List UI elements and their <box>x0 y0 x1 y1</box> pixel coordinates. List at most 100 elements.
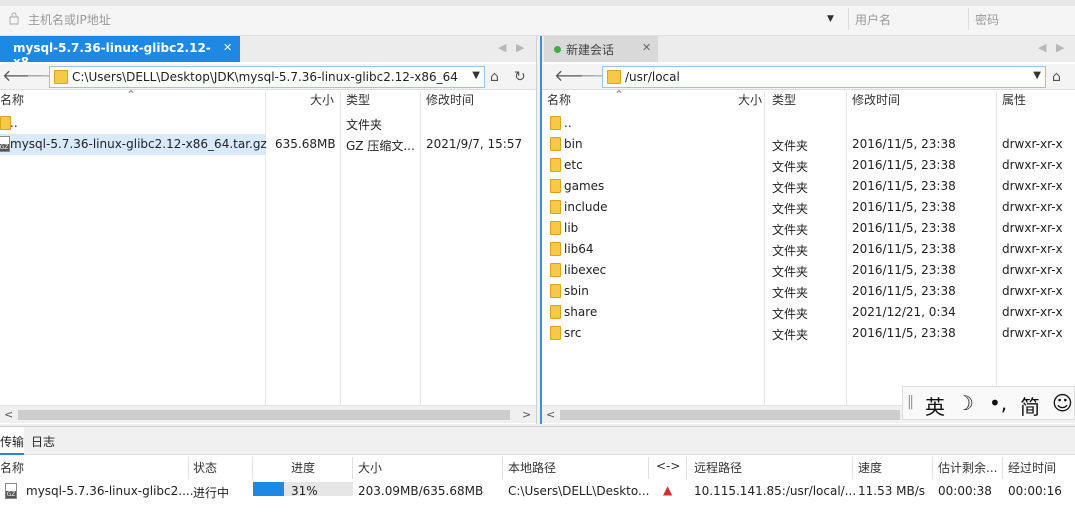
username-input[interactable]: 用户名 <box>848 8 966 30</box>
col-type[interactable]: 类型 <box>772 91 796 113</box>
tab-log[interactable]: 日志 <box>31 433 55 450</box>
tab-local-folder[interactable]: mysql-5.7.36-linux-glibc2.12-x8... ✕ <box>0 36 240 69</box>
col-remaining[interactable]: 估计剩余... <box>938 459 997 476</box>
tab-prev-icon[interactable]: ◀ <box>498 41 506 54</box>
tab-new-session[interactable]: 新建会话 ✕ <box>544 36 658 62</box>
col-mtime[interactable]: 修改时间 <box>852 91 900 113</box>
transfer-tabs: 传输 日志 <box>0 427 1075 455</box>
list-item[interactable]: .. <box>542 113 1075 134</box>
language-toggle[interactable]: 英 <box>925 391 945 420</box>
folder-icon <box>550 284 561 298</box>
folder-icon <box>550 158 561 172</box>
password-input[interactable]: 密码 <box>968 8 1075 30</box>
file-mtime: 2016/11/5, 23:38 <box>852 284 956 298</box>
col-local-path[interactable]: 本地路径 <box>508 459 556 476</box>
file-type: 文件夹 <box>772 328 809 342</box>
tab-next-icon[interactable]: ▶ <box>516 41 524 54</box>
column-divider <box>1002 457 1003 479</box>
close-icon[interactable]: ✕ <box>642 41 651 54</box>
col-progress[interactable]: 进度 <box>291 459 315 476</box>
list-item[interactable]: .. 文件夹 <box>0 113 536 134</box>
home-folder-icon[interactable]: ⌂ <box>1052 69 1061 85</box>
column-divider <box>648 457 649 479</box>
local-path-text: C:\Users\DELL\Desktop\JDK\mysql-5.7.36-l… <box>72 70 458 84</box>
list-item[interactable]: libexec 文件夹 2016/11/5, 23:38 drwxr-xr-x <box>542 260 1075 281</box>
remote-path-input[interactable]: /usr/local ▼ <box>602 66 1046 88</box>
col-mtime[interactable]: 修改时间 <box>426 91 474 113</box>
file-type: 文件夹 <box>772 160 809 174</box>
col-size[interactable]: 大小 <box>358 459 382 476</box>
list-item[interactable]: share 文件夹 2021/12/21, 0:34 drwxr-xr-x <box>542 302 1075 323</box>
col-status[interactable]: 状态 <box>193 459 217 476</box>
punctuation-toggle[interactable]: •, <box>989 391 1007 415</box>
list-item[interactable]: include 文件夹 2016/11/5, 23:38 drwxr-xr-x <box>542 197 1075 218</box>
file-name: bin <box>564 137 583 151</box>
col-size[interactable]: 大小 <box>310 91 334 113</box>
scroll-right-icon[interactable]: > <box>522 408 531 421</box>
remote-tab-row: 新建会话 ✕ ◀ ▶ <box>542 36 1075 62</box>
drag-handle-icon[interactable]: ‖ <box>907 394 914 410</box>
column-divider <box>502 457 503 479</box>
list-item-details[interactable]: 635.68MB GZ 压缩文... 2021/9/7, 15:57 <box>265 134 537 155</box>
col-name[interactable]: 名称 <box>0 91 24 113</box>
list-item[interactable]: lib 文件夹 2016/11/5, 23:38 drwxr-xr-x <box>542 218 1075 239</box>
transfer-name: mysql-5.7.36-linux-glibc2.... <box>26 484 194 498</box>
list-item[interactable]: etc 文件夹 2016/11/5, 23:38 drwxr-xr-x <box>542 155 1075 176</box>
scroll-left-icon[interactable]: < <box>546 408 555 421</box>
progress-text: 31% <box>291 484 318 498</box>
column-divider <box>932 457 933 479</box>
folder-icon <box>607 70 621 84</box>
file-type: GZ 压缩文... <box>346 139 415 153</box>
scroll-left-icon[interactable]: < <box>4 408 13 421</box>
list-item[interactable]: bin 文件夹 2016/11/5, 23:38 drwxr-xr-x <box>542 134 1075 155</box>
moon-icon[interactable]: ☽ <box>956 391 974 415</box>
local-path-input[interactable]: C:\Users\DELL\Desktop\JDK\mysql-5.7.36-l… <box>49 66 485 88</box>
connected-status-icon <box>554 46 561 53</box>
list-item[interactable]: sbin 文件夹 2016/11/5, 23:38 drwxr-xr-x <box>542 281 1075 302</box>
file-name: share <box>564 305 598 319</box>
scroll-thumb[interactable] <box>18 410 510 420</box>
col-type[interactable]: 类型 <box>346 91 370 113</box>
col-remote-path[interactable]: 远程路径 <box>694 459 742 476</box>
file-mtime: 2016/11/5, 23:38 <box>852 179 956 193</box>
tab-transfer[interactable]: 传输 <box>0 427 24 455</box>
horizontal-scrollbar[interactable]: < > <box>0 405 536 423</box>
host-input[interactable]: 主机名或IP地址 ▼ <box>0 8 845 30</box>
tab-next-icon[interactable]: ▶ <box>1056 41 1064 54</box>
close-icon[interactable]: ✕ <box>223 41 232 54</box>
column-divider <box>352 457 353 479</box>
col-elapsed[interactable]: 经过时间 <box>1008 459 1056 476</box>
tab-prev-icon[interactable]: ◀ <box>1038 41 1046 54</box>
chevron-down-icon[interactable]: ▼ <box>1033 70 1041 81</box>
ime-toolbar[interactable]: ‖ 英 ☽ •, 简 ☺ <box>902 386 1075 420</box>
folder-icon <box>550 326 561 340</box>
sort-icon: ⌃ <box>126 88 137 102</box>
file-attr: drwxr-xr-x <box>1002 137 1063 151</box>
col-speed[interactable]: 速度 <box>858 459 882 476</box>
file-type: 文件夹 <box>772 223 809 237</box>
archive-file-icon <box>0 136 10 152</box>
col-attr[interactable]: 属性 <box>1002 91 1026 113</box>
column-divider <box>188 457 189 479</box>
chevron-down-icon[interactable]: ▼ <box>472 70 480 81</box>
folder-icon <box>54 70 68 84</box>
file-type: 文件夹 <box>772 265 809 279</box>
col-direction[interactable]: <-> <box>656 459 680 473</box>
col-name[interactable]: 名称 <box>547 91 571 113</box>
col-size[interactable]: 大小 <box>738 91 762 113</box>
list-item[interactable]: src 文件夹 2016/11/5, 23:38 drwxr-xr-x <box>542 323 1075 344</box>
progress-fill <box>253 482 284 496</box>
refresh-icon[interactable]: ↻ <box>514 69 526 85</box>
home-folder-icon[interactable]: ⌂ <box>490 69 499 85</box>
list-item[interactable]: mysql-5.7.36-linux-glibc2.12-x86_64.tar.… <box>0 134 267 155</box>
emoji-icon[interactable]: ☺ <box>1052 391 1073 415</box>
list-item[interactable]: lib64 文件夹 2016/11/5, 23:38 drwxr-xr-x <box>542 239 1075 260</box>
scroll-thumb[interactable] <box>560 410 900 420</box>
tab-label: 新建会话 <box>566 43 615 57</box>
folder-icon <box>550 242 561 256</box>
list-item[interactable]: games 文件夹 2016/11/5, 23:38 drwxr-xr-x <box>542 176 1075 197</box>
remote-path-text: /usr/local <box>625 70 680 84</box>
col-name[interactable]: 名称 <box>0 459 24 476</box>
simplified-toggle[interactable]: 简 <box>1020 391 1040 420</box>
host-dropdown-icon[interactable]: ▼ <box>827 14 834 24</box>
